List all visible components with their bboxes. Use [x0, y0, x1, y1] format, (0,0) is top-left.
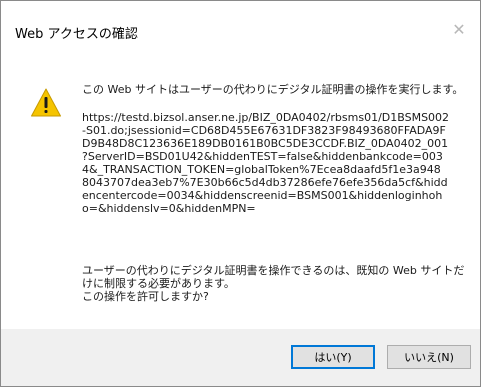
question-line: この操作を許可しますか?: [82, 290, 209, 303]
url-line: ?ServerID=BSD01U42&hiddenTEST=false&hidd…: [82, 150, 443, 163]
yes-button[interactable]: はい(Y): [291, 345, 375, 369]
question-line: ユーザーの代わりにデジタル証明書を操作できるのは、既知の Web サイトだ: [82, 264, 465, 277]
message-heading: この Web サイトはユーザーの代わりにデジタル証明書の操作を実行します。: [82, 83, 464, 96]
title-bar: Web アクセスの確認 ✕: [1, 1, 480, 53]
url-line: -S01.do;jsessionid=CD68D455E67631DF3823F…: [82, 124, 446, 137]
url-line: o=&hiddenslv=0&hiddenMPN=: [82, 202, 256, 215]
dialog-title: Web アクセスの確認: [15, 27, 138, 42]
no-button[interactable]: いいえ(N): [387, 345, 471, 369]
question-text: ユーザーの代わりにデジタル証明書を操作できるのは、既知の Web サイトだ けに…: [82, 264, 465, 303]
url-text: https://testd.bizsol.anser.ne.jp/BIZ_0DA…: [82, 111, 462, 215]
url-line: 4&_TRANSACTION_TOKEN=globalToken%7Ecea8d…: [82, 163, 441, 176]
warning-triangle-icon: [31, 88, 61, 117]
url-line: encentercode=0034&hiddenscreenid=BSMS001…: [82, 189, 443, 202]
warning-icon: [30, 87, 62, 119]
question-line: けに制限する必要があります。: [82, 277, 235, 290]
url-line: D9B48D8C123636E189DB0161B0BC5DE3CCDF.BIZ…: [82, 137, 449, 150]
url-line: https://testd.bizsol.anser.ne.jp/BIZ_0DA…: [82, 111, 450, 124]
button-bar: はい(Y) いいえ(N): [1, 329, 480, 386]
url-line: 8043707dea3eb7%7E30b66c5d4db37286efe76ef…: [82, 176, 448, 189]
close-button[interactable]: ✕: [448, 19, 470, 41]
message-area: この Web サイトはユーザーの代わりにデジタル証明書の操作を実行します。 ht…: [82, 82, 464, 215]
web-access-confirm-dialog: Web アクセスの確認 ✕ この Web サイトはユーザーの代わりにデジタル証明…: [0, 0, 481, 387]
